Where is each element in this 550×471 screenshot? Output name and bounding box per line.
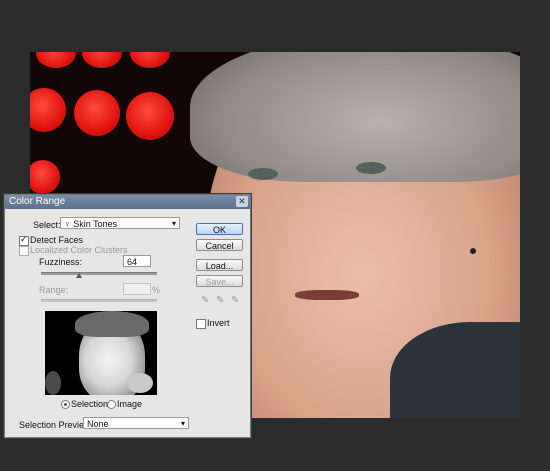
fuzziness-field[interactable]: 64 <box>123 255 151 267</box>
portrait-hair <box>190 52 520 182</box>
bokeh-light <box>36 52 76 68</box>
chevron-down-icon: ▾ <box>171 219 176 228</box>
portrait-eye <box>356 162 386 174</box>
chevron-down-icon: ▾ <box>180 419 185 428</box>
save-button[interactable]: Save... <box>196 275 243 287</box>
select-label: Select: <box>33 220 61 230</box>
invert-label[interactable]: Invert <box>207 318 230 328</box>
eyedropper-plus-icon[interactable]: ✎ <box>216 295 224 306</box>
eyedropper-minus-icon[interactable]: ✎ <box>231 295 239 306</box>
invert-checkbox[interactable] <box>196 319 206 329</box>
fuzziness-slider[interactable] <box>41 272 157 275</box>
bokeh-light <box>30 160 60 194</box>
eyedropper-icon[interactable]: ✎ <box>201 295 209 306</box>
select-value: Skin Tones <box>73 219 118 229</box>
fuzziness-label: Fuzziness: <box>39 257 83 267</box>
image-radio[interactable] <box>107 400 116 409</box>
selection-radio-label[interactable]: Selection <box>71 399 108 409</box>
detect-faces-checkbox[interactable] <box>19 234 29 246</box>
dialog-titlebar[interactable]: Color Range ✕ <box>5 195 250 209</box>
person-icon: ♀ <box>64 219 71 229</box>
detect-faces-label[interactable]: Detect Faces <box>30 235 83 245</box>
localized-clusters-label[interactable]: Localized Color Clusters <box>30 245 128 255</box>
range-label: Range: <box>39 285 69 295</box>
range-unit: % <box>152 285 161 295</box>
close-icon[interactable]: ✕ <box>236 196 248 207</box>
selection-preview-dropdown[interactable]: None ▾ <box>83 417 189 429</box>
portrait-eye <box>248 168 278 180</box>
preview-hair <box>75 311 149 337</box>
load-button[interactable]: Load... <box>196 259 243 271</box>
ok-button[interactable]: OK <box>196 223 243 235</box>
selection-preview-label: Selection Preview: <box>19 420 94 430</box>
preview-blob <box>127 373 153 393</box>
bokeh-light <box>74 90 120 136</box>
bokeh-light <box>30 88 66 132</box>
portrait-mouth <box>295 290 359 300</box>
dialog-title: Color Range <box>9 196 66 207</box>
range-field[interactable] <box>123 283 151 295</box>
selection-preview-value: None <box>87 419 109 429</box>
cancel-button[interactable]: Cancel <box>196 239 243 251</box>
fuzziness-slider-thumb[interactable] <box>76 273 82 278</box>
bokeh-light <box>130 52 170 68</box>
selection-radio[interactable] <box>61 400 70 409</box>
preview-blob <box>45 371 61 395</box>
portrait-earring <box>470 248 476 254</box>
color-range-dialog: Color Range ✕ Select: ♀ Skin Tones ▾ Det… <box>4 194 251 438</box>
bokeh-light <box>126 92 174 140</box>
range-slider[interactable] <box>41 299 157 302</box>
selection-preview-image[interactable] <box>45 311 157 395</box>
localized-clusters-checkbox[interactable] <box>19 246 29 256</box>
image-radio-label[interactable]: Image <box>117 399 142 409</box>
select-dropdown[interactable]: ♀ Skin Tones ▾ <box>60 217 180 229</box>
bokeh-light <box>82 52 122 68</box>
